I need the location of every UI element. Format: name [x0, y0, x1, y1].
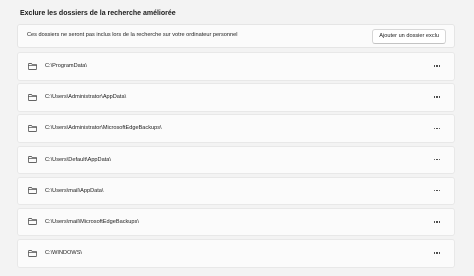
folder-path: C:\Users\mail\MicrosoftEdgeBackups\: [45, 218, 139, 225]
folder-icon: [28, 187, 37, 195]
folder-icon: [28, 125, 37, 132]
folder-path: C:\Users\Administrator\AppData\: [45, 94, 127, 101]
folder-row: C:\Users\Administrator\AppData\: [17, 83, 455, 112]
exclusion-description: Ces dossiers ne seront pas inclus lors d…: [27, 32, 238, 38]
more-options-icon[interactable]: [430, 91, 444, 103]
folder-icon: [28, 93, 37, 101]
folder-path: C:\WINDOWS\: [45, 250, 82, 257]
folder-icon: [28, 62, 37, 70]
folder-path: C:\Users\Default\AppData\: [45, 156, 111, 163]
exclusion-header-card: Ces dossiers ne seront pas inclus lors d…: [17, 24, 455, 48]
folder-row: C:\Users\mail\AppData\: [17, 176, 455, 206]
folder-icon: [28, 156, 37, 163]
more-options-icon[interactable]: [430, 185, 444, 197]
folder-row: C:\Users\Default\AppData\: [17, 145, 455, 175]
folder-row: C:\WINDOWS\: [17, 239, 455, 268]
folder-path: C:\Users\mail\AppData\: [45, 187, 104, 194]
folder-row: C:\Users\mail\MicrosoftEdgeBackups\: [17, 207, 455, 237]
folder-path: C:\Users\Administrator\MicrosoftEdgeBack…: [45, 125, 162, 132]
more-options-icon[interactable]: [430, 216, 444, 228]
section-title: Exclure les dossiers de la recherche amé…: [20, 10, 176, 17]
more-options-icon[interactable]: [430, 154, 444, 166]
folder-row: C:\Users\Administrator\MicrosoftEdgeBack…: [17, 114, 455, 143]
folder-path: C:\ProgramData\: [45, 63, 87, 69]
add-excluded-folder-button[interactable]: Ajouter un dossier exclu: [372, 29, 446, 44]
more-options-icon[interactable]: [430, 122, 444, 134]
more-options-icon[interactable]: [430, 60, 444, 72]
more-options-icon[interactable]: [430, 247, 444, 259]
folder-icon: [28, 218, 37, 226]
excluded-folder-list: C:\ProgramData\ C:\Users\Administrator\A…: [17, 52, 455, 270]
folder-icon: [28, 249, 37, 257]
folder-row: C:\ProgramData\: [17, 52, 455, 81]
